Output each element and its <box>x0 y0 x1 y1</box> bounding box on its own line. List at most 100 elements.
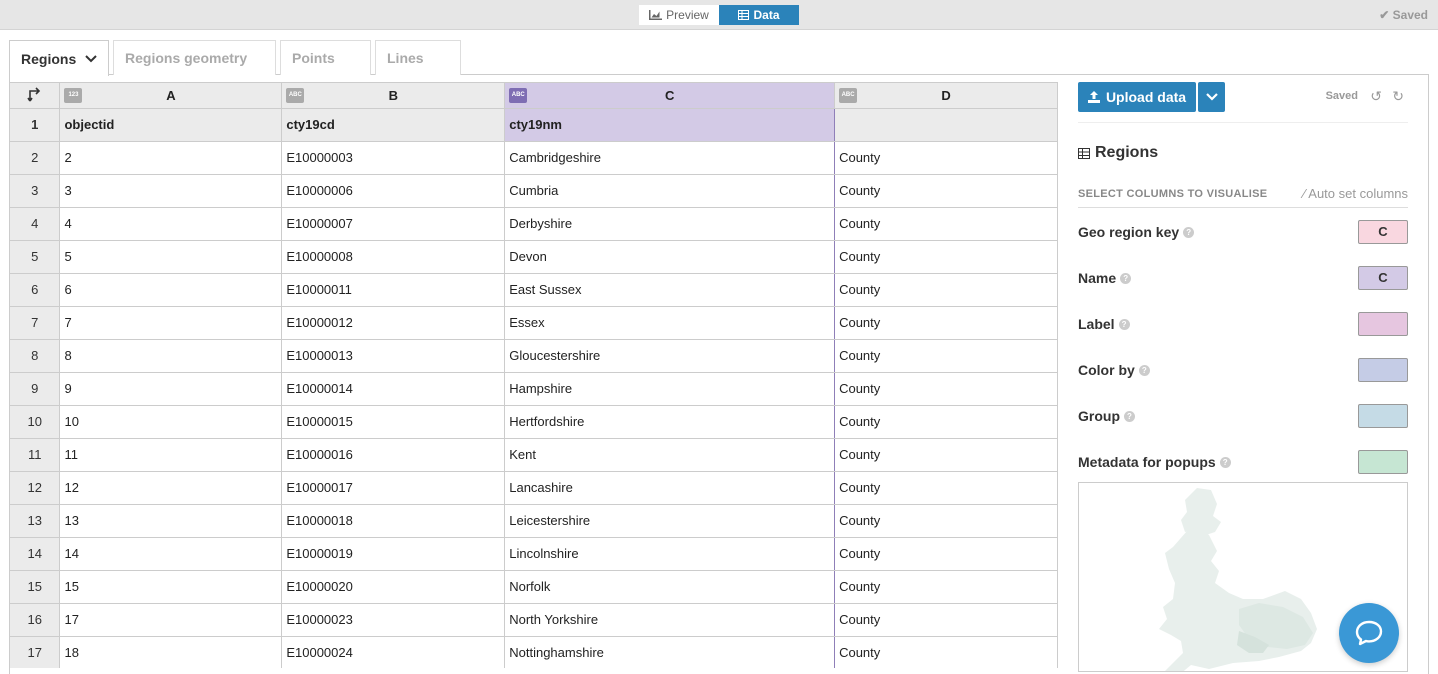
grid-cell[interactable]: Kent <box>504 438 836 472</box>
grid-cell[interactable]: County <box>834 471 1058 505</box>
grid-cell[interactable]: Hertfordshire <box>504 405 836 439</box>
row-number[interactable]: 17 <box>10 636 61 668</box>
transpose-button[interactable] <box>10 83 61 109</box>
row-number[interactable]: 10 <box>10 405 61 439</box>
grid-cell[interactable]: cty19nm <box>504 108 836 142</box>
chevron-down-icon[interactable] <box>85 54 97 63</box>
row-number[interactable]: 15 <box>10 570 61 604</box>
grid-cell[interactable]: E10000018 <box>281 504 506 538</box>
grid-cell[interactable]: Essex <box>504 306 836 340</box>
grid-cell[interactable]: 9 <box>59 372 283 406</box>
grid-cell[interactable]: County <box>834 306 1058 340</box>
grid-cell[interactable]: 10 <box>59 405 283 439</box>
row-number[interactable]: 1 <box>10 108 61 142</box>
tab-points[interactable]: Points <box>280 40 371 75</box>
tab-regions[interactable]: Regions <box>9 40 109 76</box>
help-icon[interactable]: ? <box>1219 456 1231 468</box>
binding-column-box[interactable] <box>1358 358 1408 382</box>
grid-cell[interactable]: Cambridgeshire <box>504 141 836 175</box>
help-icon[interactable]: ? <box>1118 318 1130 330</box>
grid-cell[interactable]: Norfolk <box>504 570 836 604</box>
grid-cell[interactable]: 11 <box>59 438 283 472</box>
grid-cell[interactable]: E10000003 <box>281 141 506 175</box>
grid-cell[interactable]: 4 <box>59 207 283 241</box>
grid-cell[interactable]: objectid <box>59 108 283 142</box>
grid-cell[interactable]: E10000016 <box>281 438 506 472</box>
grid-cell[interactable]: County <box>834 504 1058 538</box>
grid-cell[interactable]: 18 <box>59 636 283 668</box>
grid-cell[interactable]: E10000008 <box>281 240 506 274</box>
redo-icon[interactable]: ↻ <box>1392 88 1404 105</box>
column-type-badge[interactable]: 123 <box>64 88 83 103</box>
row-number[interactable]: 11 <box>10 438 61 472</box>
row-number[interactable]: 3 <box>10 174 61 208</box>
help-icon[interactable]: ? <box>1183 226 1195 238</box>
grid-cell[interactable]: E10000011 <box>281 273 506 307</box>
grid-cell[interactable]: E10000014 <box>281 372 506 406</box>
grid-cell[interactable]: North Yorkshire <box>504 603 836 637</box>
grid-cell[interactable]: County <box>834 174 1058 208</box>
grid-cell[interactable]: Leicestershire <box>504 504 836 538</box>
grid-cell[interactable]: Cumbria <box>504 174 836 208</box>
binding-column-box[interactable]: C <box>1358 220 1408 244</box>
grid-cell[interactable]: County <box>834 537 1058 571</box>
column-header-c[interactable]: ABC C <box>504 83 836 109</box>
grid-cell[interactable]: 17 <box>59 603 283 637</box>
chat-button[interactable] <box>1339 603 1399 663</box>
tab-regions-geometry[interactable]: Regions geometry <box>113 40 276 75</box>
grid-cell[interactable]: County <box>834 405 1058 439</box>
grid-cell[interactable]: 13 <box>59 504 283 538</box>
grid-cell[interactable]: 12 <box>59 471 283 505</box>
grid-cell[interactable]: 3 <box>59 174 283 208</box>
grid-cell[interactable]: cty19cd <box>281 108 506 142</box>
undo-icon[interactable]: ↺ <box>1370 88 1382 105</box>
grid-cell[interactable]: County <box>834 240 1058 274</box>
grid-cell[interactable]: E10000013 <box>281 339 506 373</box>
grid-cell[interactable]: Gloucestershire <box>504 339 836 373</box>
grid-cell[interactable]: County <box>834 339 1058 373</box>
upload-data-button[interactable]: Upload data <box>1078 82 1196 112</box>
row-number[interactable]: 16 <box>10 603 61 637</box>
row-number[interactable]: 13 <box>10 504 61 538</box>
grid-cell[interactable]: E10000012 <box>281 306 506 340</box>
grid-cell[interactable]: County <box>834 273 1058 307</box>
column-type-badge[interactable]: ABC <box>509 88 528 103</box>
grid-cell[interactable]: 5 <box>59 240 283 274</box>
grid-cell[interactable]: County <box>834 207 1058 241</box>
grid-cell[interactable]: 7 <box>59 306 283 340</box>
binding-column-box[interactable] <box>1358 404 1408 428</box>
help-icon[interactable]: ? <box>1120 272 1132 284</box>
binding-column-box[interactable]: C <box>1358 266 1408 290</box>
grid-cell[interactable]: County <box>834 141 1058 175</box>
auto-set-columns-button[interactable]: ⁄ Auto set columns <box>1303 186 1408 201</box>
grid-cell[interactable]: Hampshire <box>504 372 836 406</box>
grid-cell[interactable]: County <box>834 570 1058 604</box>
grid-cell[interactable]: E10000007 <box>281 207 506 241</box>
data-grid[interactable]: 123 A ABC B ABC C ABC D 1 objectid cty19cd cty1… <box>9 82 1058 668</box>
grid-cell[interactable] <box>834 108 1058 142</box>
grid-cell[interactable]: E10000024 <box>281 636 506 668</box>
grid-cell[interactable]: E10000006 <box>281 174 506 208</box>
data-button[interactable]: Data <box>719 5 799 25</box>
row-number[interactable]: 12 <box>10 471 61 505</box>
grid-cell[interactable]: East Sussex <box>504 273 836 307</box>
grid-cell[interactable]: County <box>834 438 1058 472</box>
row-number[interactable]: 5 <box>10 240 61 274</box>
tab-lines[interactable]: Lines <box>375 40 461 75</box>
grid-cell[interactable]: 14 <box>59 537 283 571</box>
grid-cell[interactable]: 15 <box>59 570 283 604</box>
preview-button[interactable]: Preview <box>639 5 719 25</box>
row-number[interactable]: 4 <box>10 207 61 241</box>
binding-column-box[interactable] <box>1358 450 1408 474</box>
column-header-b[interactable]: ABC B <box>281 83 506 109</box>
grid-cell[interactable]: County <box>834 372 1058 406</box>
row-number[interactable]: 6 <box>10 273 61 307</box>
grid-cell[interactable]: E10000019 <box>281 537 506 571</box>
row-number[interactable]: 7 <box>10 306 61 340</box>
help-icon[interactable]: ? <box>1138 364 1150 376</box>
help-icon[interactable]: ? <box>1124 410 1135 422</box>
column-type-badge[interactable]: ABC <box>286 88 305 103</box>
grid-cell[interactable]: E10000020 <box>281 570 506 604</box>
grid-cell[interactable]: Lincolnshire <box>504 537 836 571</box>
binding-column-box[interactable] <box>1358 312 1408 336</box>
